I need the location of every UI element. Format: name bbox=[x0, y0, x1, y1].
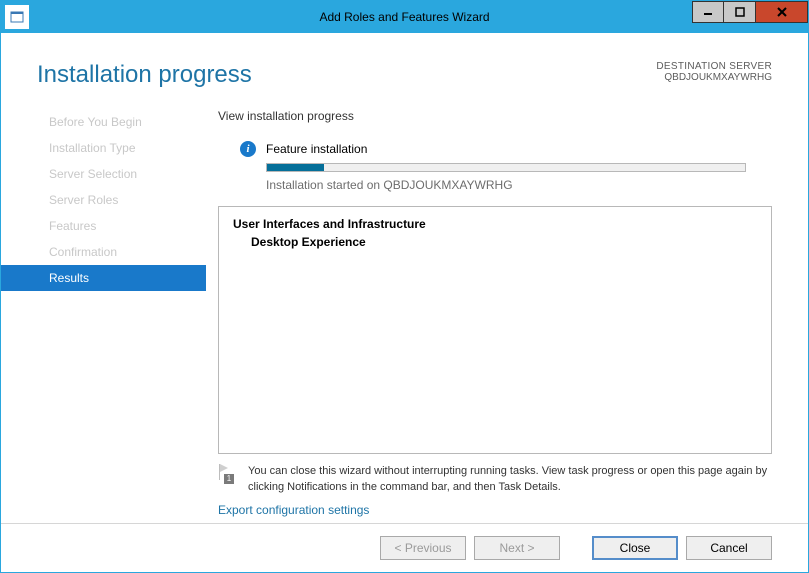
destination-value: QBDJOUKMXAYWRHG bbox=[656, 72, 772, 83]
titlebar: Add Roles and Features Wizard bbox=[1, 1, 808, 33]
flag-badge: 1 bbox=[224, 474, 234, 484]
step-server-roles: Server Roles bbox=[1, 187, 206, 213]
wizard-footer: < Previous Next > Close Cancel bbox=[1, 523, 808, 572]
wizard-content: Installation progress DESTINATION SERVER… bbox=[1, 33, 808, 572]
tip-text: You can close this wizard without interr… bbox=[248, 464, 772, 495]
header-row: Installation progress DESTINATION SERVER… bbox=[1, 33, 808, 89]
export-configuration-link[interactable]: Export configuration settings bbox=[218, 503, 772, 523]
app-icon bbox=[5, 5, 29, 29]
step-features: Features bbox=[1, 213, 206, 239]
status-text: Feature installation bbox=[266, 142, 367, 156]
progress-fill bbox=[267, 164, 324, 171]
body-row: Before You Begin Installation Type Serve… bbox=[1, 89, 808, 523]
progress-wrap bbox=[218, 163, 772, 172]
view-progress-label: View installation progress bbox=[218, 109, 772, 123]
installation-started-label: Installation started on QBDJOUKMXAYWRHG bbox=[218, 178, 772, 192]
next-button: Next > bbox=[474, 536, 560, 560]
previous-button: < Previous bbox=[380, 536, 466, 560]
feature-item: Desktop Experience bbox=[233, 233, 757, 251]
step-installation-type: Installation Type bbox=[1, 135, 206, 161]
results-box: User Interfaces and Infrastructure Deskt… bbox=[218, 206, 772, 454]
wizard-steps-sidebar: Before You Begin Installation Type Serve… bbox=[1, 109, 206, 523]
status-row: i Feature installation bbox=[218, 141, 772, 157]
window-title: Add Roles and Features Wizard bbox=[319, 10, 489, 24]
main-panel: View installation progress i Feature ins… bbox=[206, 109, 808, 523]
step-server-selection: Server Selection bbox=[1, 161, 206, 187]
feature-group: User Interfaces and Infrastructure bbox=[233, 215, 757, 233]
step-before-you-begin: Before You Begin bbox=[1, 109, 206, 135]
destination-label: DESTINATION SERVER bbox=[656, 61, 772, 72]
page-title: Installation progress bbox=[37, 61, 252, 89]
close-button[interactable] bbox=[756, 1, 808, 23]
maximize-button[interactable] bbox=[724, 1, 756, 23]
minimize-button[interactable] bbox=[692, 1, 724, 23]
destination-server: DESTINATION SERVER QBDJOUKMXAYWRHG bbox=[656, 61, 772, 83]
close-wizard-button[interactable]: Close bbox=[592, 536, 678, 560]
notification-flag-icon: 1 bbox=[218, 464, 236, 484]
progress-bar bbox=[266, 163, 746, 172]
window-controls bbox=[692, 1, 808, 23]
cancel-button[interactable]: Cancel bbox=[686, 536, 772, 560]
step-confirmation: Confirmation bbox=[1, 239, 206, 265]
info-icon: i bbox=[240, 141, 256, 157]
step-results: Results bbox=[1, 265, 206, 291]
tip-row: 1 You can close this wizard without inte… bbox=[218, 454, 772, 503]
